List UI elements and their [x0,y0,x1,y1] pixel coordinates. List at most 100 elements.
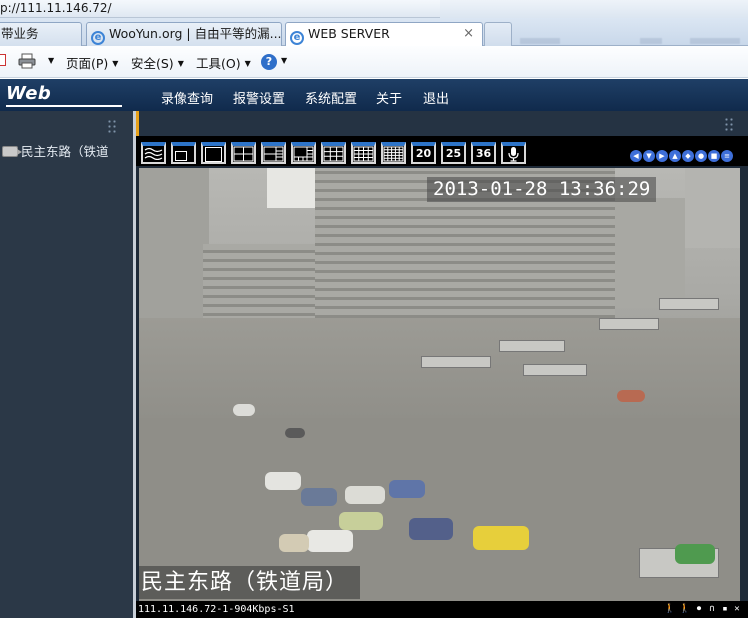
bus-shape [599,318,659,330]
print-button[interactable] [18,53,36,69]
channel-name-overlay: 民主东路（铁道局） [139,566,361,599]
stream-info: 111.11.146.72-1-904Kbps-S1 [138,604,295,615]
ptz-zoom-out-icon[interactable]: ● [695,150,707,162]
camera-icon [2,146,22,157]
grid-25-icon [383,146,404,162]
panel-grip-icon[interactable] [724,117,734,131]
layout-1-button[interactable] [201,142,226,164]
nav-alarm-settings[interactable]: 报警设置 [233,88,285,107]
layout-20-button[interactable]: 20 [411,142,436,164]
print-icon [18,53,36,69]
app-logo: Web Server [6,81,122,130]
snapshot-icon[interactable]: ▪ [720,604,730,615]
ptz-up-icon[interactable]: ▲ [669,150,681,162]
address-bar-right [440,0,748,18]
microphone-icon [508,147,519,162]
panel-grip-icon[interactable] [107,119,117,133]
ptz-right-icon[interactable]: ▶ [656,150,668,162]
command-bar: ▼ 页面(P) ▼ 安全(S) ▼ 工具(O) ▼ ? ▼ [0,46,748,78]
tab-business[interactable]: 带业务 [0,22,82,46]
car-shape [285,428,305,438]
nav-record-query[interactable]: 录像查询 [161,88,213,107]
new-tab-button[interactable] [484,22,512,46]
view-toolbar: 20 25 36 ◀ ▼ ▶ ▲ ◆ ● ■ ≡ [136,136,748,166]
chevron-down-icon: ▼ [281,56,288,65]
layout-16-button[interactable] [351,142,376,164]
video-feed[interactable]: 2013-01-28 13:36:29 民主东路（铁道局） [139,168,740,601]
talk-button[interactable] [501,142,526,164]
tab-web-server[interactable]: e WEB SERVER × [285,22,483,47]
layout-25-button[interactable]: 25 [441,142,466,164]
record-icon[interactable]: ⏺ [694,604,704,615]
road-far [139,318,740,418]
page-menu-label: 页面(P) [66,56,109,71]
ptz-stop-icon[interactable]: ■ [708,150,720,162]
car-shape [345,486,385,504]
building-shape [139,168,209,338]
layout-grid-button[interactable] [381,142,406,164]
device-panel: 民主东路（铁道 [0,111,133,618]
headphone-icon[interactable]: ∩ [707,604,717,615]
page-menu[interactable]: 页面(P) ▼ [66,53,118,72]
car-shape [617,390,645,402]
address-bar[interactable]: p://111.11.146.72/ [0,0,748,18]
ptz-down-icon[interactable]: ▼ [643,150,655,162]
tab-wooyun[interactable]: e WooYun.org | 自由平等的漏... [86,22,282,46]
grid-8-icon [293,146,314,162]
video-timestamp: 2013-01-28 13:36:29 [427,177,657,202]
wave-icon [144,147,163,161]
car-shape [675,544,715,564]
close-video-icon[interactable]: ✕ [732,604,742,615]
tab-label: WooYun.org | 自由平等的漏... [109,26,282,41]
person-icon[interactable]: 🚶 [679,604,690,615]
grid-6-icon [263,146,284,162]
camera-name: 民主东路（铁道 [21,144,109,159]
address-text[interactable]: p://111.11.146.72/ [0,1,112,15]
layout-small-icon [175,151,187,161]
camera-list-item[interactable]: 民主东路（铁道 [0,141,133,161]
person-blue-icon[interactable]: 🚶 [664,604,675,615]
car-shape [473,526,529,550]
tools-menu-label: 工具(O) [196,56,241,71]
print-menu-button[interactable]: ▼ [44,53,54,68]
ptz-zoom-in-icon[interactable]: ◆ [682,150,694,162]
car-shape [233,404,255,416]
help-menu[interactable]: ? ▼ [261,53,287,70]
tools-menu[interactable]: 工具(O) ▼ [196,53,251,72]
close-tab-icon[interactable]: × [463,23,474,45]
car-shape [307,530,353,552]
tab-bar: 带业务 e WooYun.org | 自由平等的漏... e WEB SERVER … [0,18,748,47]
bus-shape [499,340,565,352]
chevron-down-icon: ▼ [48,56,55,65]
video-panel-header [136,111,748,136]
layout-6-button[interactable] [261,142,286,164]
layout-8-button[interactable] [291,142,316,164]
nav-about[interactable]: 关于 [376,88,402,107]
blurred-region [640,38,662,44]
nav-system-config[interactable]: 系统配置 [305,88,357,107]
car-shape [339,512,383,530]
bus-shape [659,298,719,310]
layout-1-small-button[interactable] [171,142,196,164]
car-shape [409,518,453,540]
ptz-left-icon[interactable]: ◀ [630,150,642,162]
ie-icon: e [91,31,105,45]
building-shape [685,168,740,248]
bus-shape [421,356,491,368]
sky-patch [267,168,315,208]
tab-label: WEB SERVER [308,26,390,41]
help-icon: ? [261,54,277,70]
safety-menu[interactable]: 安全(S) ▼ [131,53,184,72]
bus-shape [523,364,587,376]
layout-9-button[interactable] [321,142,346,164]
ptz-menu-icon[interactable]: ≡ [721,150,733,162]
tab-label: 带业务 [1,26,39,41]
page-icon[interactable] [0,54,6,66]
car-shape [301,488,337,506]
full-screen-button[interactable] [141,142,166,164]
nav-logout[interactable]: 退出 [423,88,449,107]
video-panel: 20 25 36 ◀ ▼ ▶ ▲ ◆ ● ■ ≡ 2013-01-28 13:3… [136,111,748,618]
layout-4-button[interactable] [231,142,256,164]
layout-36-button[interactable]: 36 [471,142,496,164]
chevron-down-icon: ▼ [177,59,184,68]
